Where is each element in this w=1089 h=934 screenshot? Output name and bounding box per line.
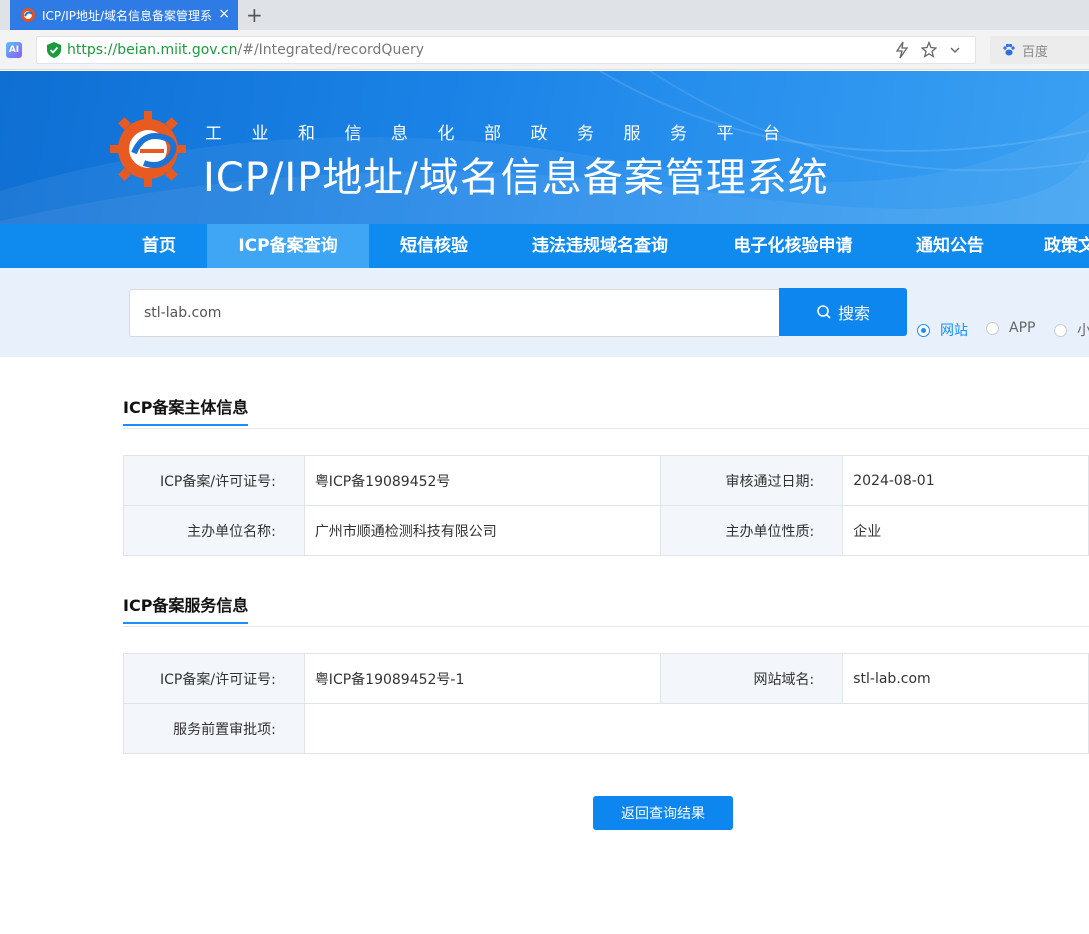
radio-label-website: 网站 <box>940 323 968 339</box>
tab-title: ICP/IP地址/域名信息备案管理系 <box>42 8 213 23</box>
organizer-type-label: 主办单位性质: <box>660 505 844 556</box>
search-button[interactable]: 搜索 <box>779 288 907 336</box>
domain-value: stl-lab.com <box>842 653 1089 704</box>
address-bar: AI https://beian.miit.gov.cn/#/Integrate… <box>0 30 1089 70</box>
radio-dot-website <box>917 323 930 337</box>
radio-app[interactable]: APP <box>986 320 1035 336</box>
search-engine-box[interactable]: 百度 <box>990 36 1089 64</box>
baidu-paw-icon <box>1003 43 1015 56</box>
pre-approval-value <box>303 703 1089 754</box>
url-text: https://beian.miit.gov.cn/#/Integrated/r… <box>67 42 424 58</box>
bookmark-star-icon[interactable] <box>921 41 937 59</box>
url-path: /#/Integrated/recordQuery <box>237 42 424 58</box>
nav-item-notices[interactable]: 通知公告 <box>896 224 1004 268</box>
subject-info-table: ICP备案/许可证号: 粤ICP备19089452号 审核通过日期: 2024-… <box>123 455 1089 556</box>
radio-mini-program[interactable]: 小 <box>1054 320 1089 340</box>
pre-approval-label: 服务前置审批项: <box>123 703 305 754</box>
service-info-table: ICP备案/许可证号: 粤ICP备19089452号-1 网站域名: stl-l… <box>123 653 1089 754</box>
nav-item-policy[interactable]: 政策文 <box>1026 224 1089 268</box>
url-actions <box>895 41 961 59</box>
new-tab-button[interactable]: + <box>246 3 263 27</box>
browser-tab-active[interactable]: ICP/IP地址/域名信息备案管理系 × <box>10 0 238 30</box>
secure-shield-icon <box>47 42 61 58</box>
url-host: beian.miit.gov.cn <box>117 42 238 58</box>
url-field[interactable]: https://beian.miit.gov.cn/#/Integrated/r… <box>36 36 976 64</box>
service-license-label: ICP备案/许可证号: <box>123 653 305 704</box>
search-engine-label: 百度 <box>1022 44 1049 60</box>
miit-logo-icon <box>110 111 186 187</box>
organizer-type-value: 企业 <box>842 505 1089 556</box>
browser-tab-bar: ICP/IP地址/域名信息备案管理系 × + <box>0 0 1089 30</box>
nav-item-e-verify[interactable]: 电子化核验申请 <box>712 224 874 268</box>
table-row: ICP备案/许可证号: 粤ICP备19089452号-1 网站域名: stl-l… <box>123 653 1089 704</box>
search-icon <box>817 305 831 319</box>
nav-item-home[interactable]: 首页 <box>122 224 196 268</box>
system-title: ICP/IP地址/域名信息备案管理系统 <box>203 155 829 201</box>
organizer-name-value: 广州市顺通检测科技有限公司 <box>303 505 662 556</box>
ai-assistant-icon[interactable]: AI <box>6 42 22 58</box>
radio-label-mini: 小 <box>1077 323 1089 339</box>
approval-date-label: 审核通过日期: <box>660 455 844 506</box>
ministry-subtitle: 工业和信息化部政务服务平台 <box>205 124 810 144</box>
url-scheme: https:// <box>67 42 118 58</box>
site-banner: 工业和信息化部政务服务平台 ICP/IP地址/域名信息备案管理系统 <box>0 71 1089 224</box>
subject-section-title: ICP备案主体信息 <box>123 394 249 426</box>
search-input[interactable]: stl-lab.com <box>129 289 779 337</box>
back-to-results-button[interactable]: 返回查询结果 <box>593 796 733 830</box>
service-section-divider <box>123 626 1089 627</box>
service-section-title: ICP备案服务信息 <box>123 592 249 624</box>
table-row: 服务前置审批项: <box>123 703 1089 754</box>
radio-dot-mini <box>1054 323 1067 337</box>
license-value: 粤ICP备19089452号 <box>303 455 662 506</box>
radio-label-app: APP <box>1009 320 1036 336</box>
search-area: stl-lab.com 搜索 网站 APP 小 <box>0 268 1089 357</box>
site-favicon-icon <box>21 8 35 22</box>
nav-item-sms-verify[interactable]: 短信核验 <box>380 224 488 268</box>
search-button-label: 搜索 <box>837 304 870 323</box>
nav-item-icp-query[interactable]: ICP备案查询 <box>207 224 369 268</box>
lightning-icon[interactable] <box>895 41 909 59</box>
approval-date-value: 2024-08-01 <box>842 455 1089 506</box>
organizer-name-label: 主办单位名称: <box>123 505 305 556</box>
table-row: ICP备案/许可证号: 粤ICP备19089452号 审核通过日期: 2024-… <box>123 455 1089 506</box>
subject-section-divider <box>123 428 1089 429</box>
tab-close-icon[interactable]: × <box>218 6 230 22</box>
service-license-value: 粤ICP备19089452号-1 <box>303 653 662 704</box>
nav-item-illegal-domain[interactable]: 违法违规域名查询 <box>510 224 690 268</box>
table-row: 主办单位名称: 广州市顺通检测科技有限公司 主办单位性质: 企业 <box>123 505 1089 556</box>
radio-dot-app <box>986 321 999 335</box>
license-label: ICP备案/许可证号: <box>123 455 305 506</box>
domain-label: 网站域名: <box>660 653 844 704</box>
radio-website[interactable]: 网站 <box>917 320 968 340</box>
chevron-down-icon[interactable] <box>949 41 961 59</box>
main-nav: 首页 ICP备案查询 短信核验 违法违规域名查询 电子化核验申请 通知公告 政策… <box>0 224 1089 268</box>
